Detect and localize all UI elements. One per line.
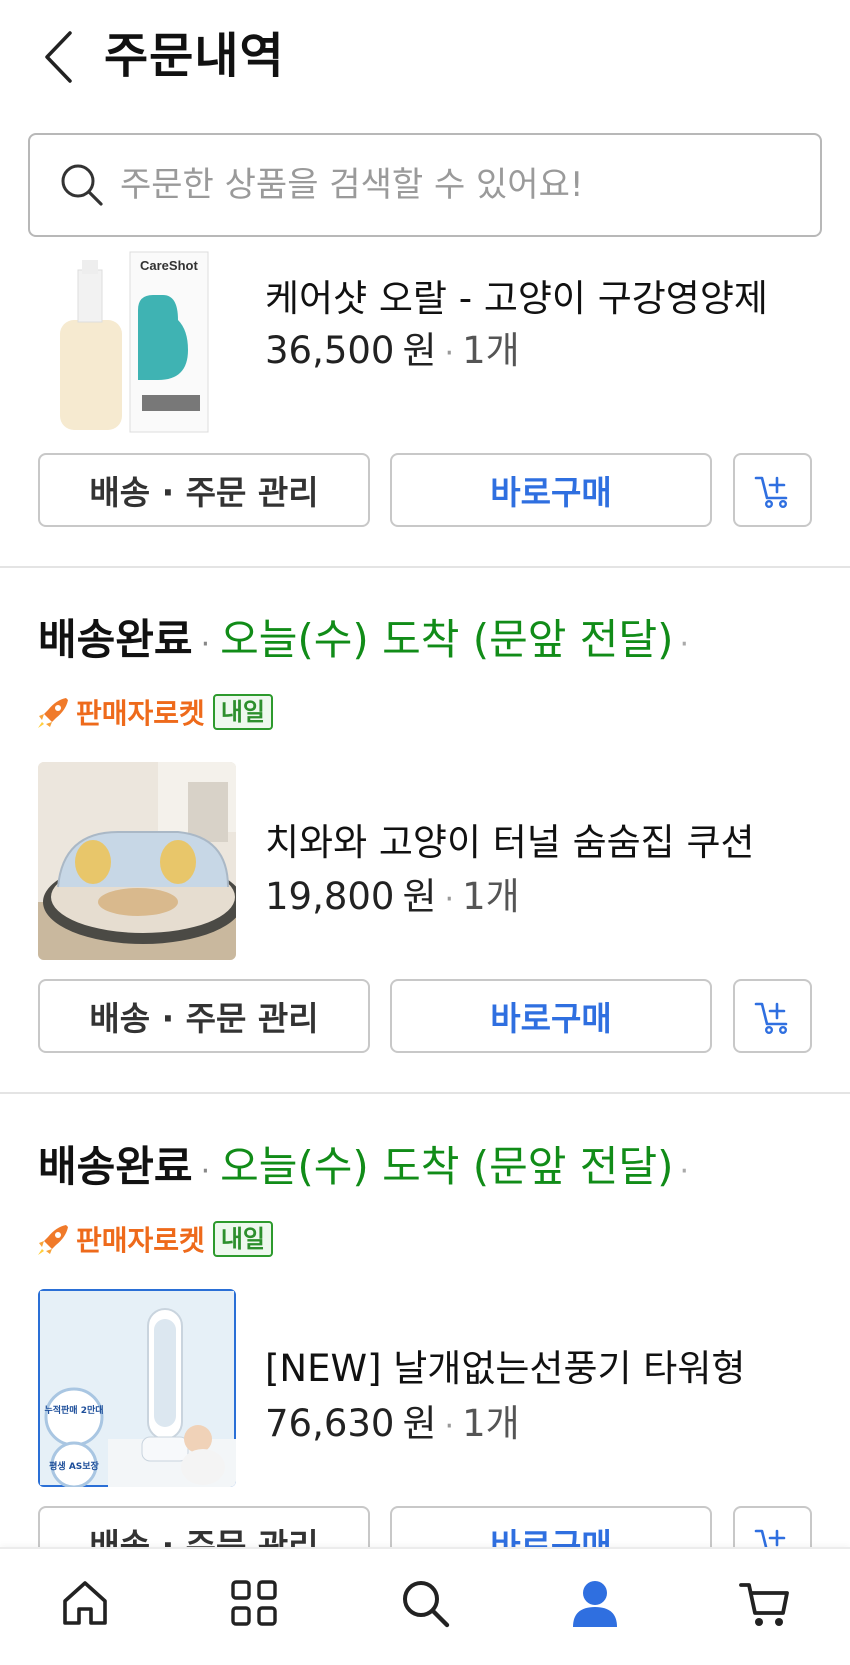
product-quantity: 1개 (462, 329, 520, 372)
arrival-info: 오늘(수) 도착 (문앞 전달) (220, 615, 674, 664)
product-image[interactable] (38, 762, 236, 960)
currency: 원 (402, 875, 437, 918)
image-badge-text: 평생 AS보장 (49, 1460, 99, 1472)
separator-dot: · (444, 336, 455, 371)
rocket-icon (38, 698, 68, 728)
separator-dot: · (444, 882, 455, 917)
home-icon (63, 1581, 107, 1625)
page-title: 주문내역 (104, 28, 285, 84)
buy-now-button[interactable]: 바로구매 (390, 979, 712, 1053)
divider (0, 566, 850, 568)
currency: 원 (402, 329, 437, 372)
category-grid-icon (231, 1580, 277, 1626)
nav-category[interactable] (224, 1573, 284, 1633)
nav-search[interactable] (395, 1573, 455, 1633)
product-price: 36,500 (265, 329, 395, 372)
delivery-status: 배송완료 (38, 615, 193, 664)
user-icon (573, 1581, 617, 1627)
search-input[interactable] (120, 165, 800, 205)
separator-dot: · (444, 1409, 455, 1444)
seller-badge-row: 판매자로켓 내일 (36, 1219, 273, 1259)
product-name[interactable]: 치와와 고양이 터널 숨숨집 쿠션 (265, 812, 820, 866)
arrival-info: 오늘(수) 도착 (문앞 전달) (220, 1142, 674, 1191)
separator-dot: · (679, 627, 690, 662)
nav-home[interactable] (55, 1573, 115, 1633)
cart-icon (739, 1583, 789, 1626)
product-name[interactable]: [NEW] 날개없는선풍기 타워형 (265, 1338, 775, 1392)
product-brand-label: CareShot (140, 258, 198, 273)
separator-dot: · (200, 1154, 211, 1189)
currency: 원 (402, 1402, 437, 1445)
add-to-cart-button[interactable] (733, 979, 812, 1053)
status-line: 배송완료 · 오늘(수) 도착 (문앞 전달) · (38, 606, 689, 667)
search-icon (61, 164, 103, 206)
product-price: 76,630 (265, 1402, 395, 1445)
rocket-icon (38, 1225, 68, 1255)
seller-rocket-label: 판매자로켓 (76, 1224, 205, 1257)
delivery-manage-button[interactable]: 배송 · 주문 관리 (38, 453, 370, 527)
separator-dot: · (200, 627, 211, 662)
delivery-status: 배송완료 (38, 1142, 193, 1191)
add-to-cart-button[interactable] (733, 453, 812, 527)
product-price-row: 76,630 원 · 1개 (265, 1393, 520, 1447)
product-quantity: 1개 (462, 875, 520, 918)
divider (0, 1092, 850, 1094)
status-line: 배송완료 · 오늘(수) 도착 (문앞 전달) · (38, 1133, 689, 1194)
back-button[interactable] (36, 26, 80, 88)
bottom-nav (0, 1547, 850, 1665)
delivery-tag: 내일 (212, 1221, 273, 1257)
product-quantity: 1개 (462, 1402, 520, 1445)
delivery-manage-button[interactable]: 배송 · 주문 관리 (38, 979, 370, 1053)
nav-cart[interactable] (735, 1573, 795, 1633)
image-badge-text: 누적판매 2만대 (44, 1404, 103, 1416)
search-icon (403, 1581, 450, 1628)
add-to-cart-icon (754, 476, 787, 509)
nav-my-account[interactable] (565, 1573, 625, 1633)
search-box[interactable] (28, 133, 822, 237)
product-name[interactable]: 케어샷 오랄 - 고양이 구강영양제 (265, 268, 820, 322)
product-price: 19,800 (265, 875, 395, 918)
product-price-row: 36,500 원 · 1개 (265, 320, 520, 374)
product-image[interactable]: CareShot (38, 250, 236, 448)
product-image[interactable]: 누적판매 2만대 평생 AS보장 (38, 1289, 236, 1487)
product-price-row: 19,800 원 · 1개 (265, 866, 520, 920)
header: 주문내역 (0, 0, 850, 120)
chevron-left-icon (45, 31, 72, 83)
delivery-tag: 내일 (212, 694, 273, 730)
seller-badge-row: 판매자로켓 내일 (36, 692, 273, 732)
buy-now-button[interactable]: 바로구매 (390, 453, 712, 527)
seller-rocket-label: 판매자로켓 (76, 697, 205, 730)
separator-dot: · (679, 1154, 690, 1189)
add-to-cart-icon (754, 1002, 787, 1035)
